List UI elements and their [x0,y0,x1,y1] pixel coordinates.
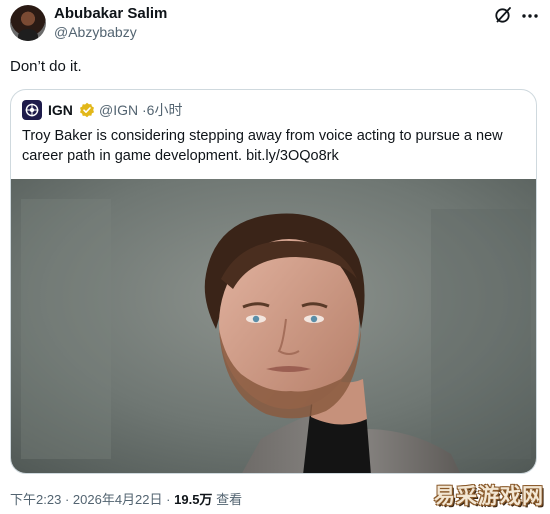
separator: · [166,492,171,507]
views-count: 19.5万 [174,492,213,507]
quote-tweet-card[interactable]: IGN @IGN ·6小时 Troy Baker is considering … [10,89,537,474]
quote-text: Troy Baker is considering stepping away … [22,128,503,164]
author-handle[interactable]: @Abzybabzy [54,24,137,41]
tweet-date[interactable]: 2026年4月22日 [73,492,163,507]
grok-icon[interactable] [494,6,512,24]
quote-media-image[interactable] [11,179,537,474]
quote-time[interactable]: 6小时 [147,102,183,118]
views-label: 查看 [216,492,243,507]
more-options-icon[interactable] [520,6,540,26]
author-name[interactable]: Abubakar Salim [54,5,167,23]
separator: · [64,492,70,507]
ign-logo-icon[interactable] [22,100,42,120]
quote-author-handle[interactable]: @IGN [99,102,138,118]
quote-author-name[interactable]: IGN [48,101,73,119]
tweet-text: Don’t do it. [10,58,82,75]
quote-meta: @IGN ·6小时 [99,101,182,119]
avatar[interactable] [10,5,46,41]
tweet-meta: 下午2:23 · 2026年4月22日 · 19.5万 查看 [10,492,242,508]
verified-badge-icon [80,102,94,118]
tweet-time[interactable]: 下午2:23 [10,492,61,507]
watermark: 易采游戏网 [434,483,544,508]
